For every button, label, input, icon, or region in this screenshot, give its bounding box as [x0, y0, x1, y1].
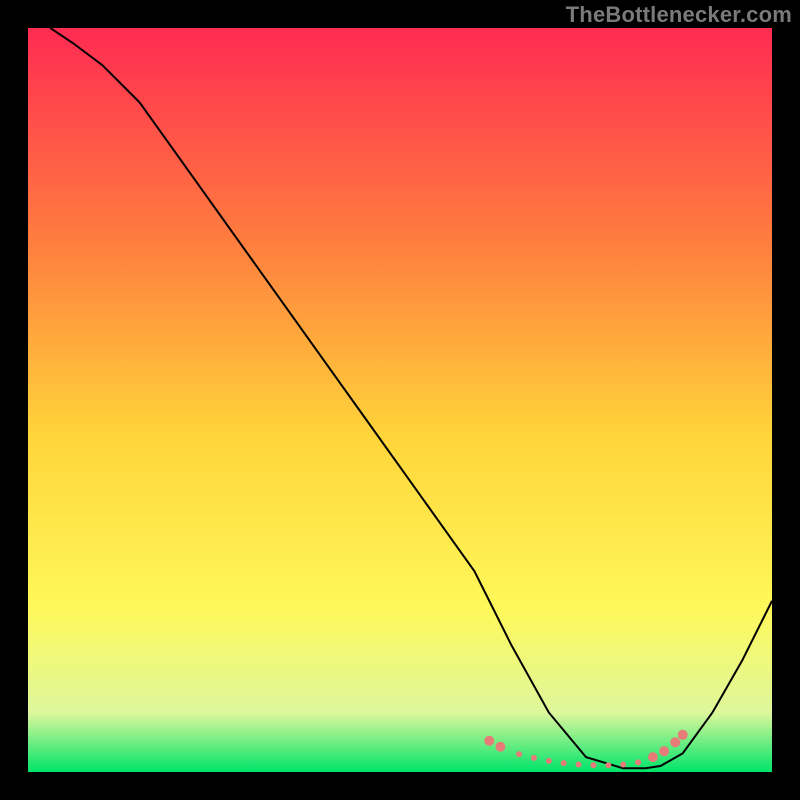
marker-dot: [659, 746, 669, 756]
marker-dot: [561, 760, 567, 766]
marker-dot: [678, 730, 688, 740]
watermark-text: TheBottlenecker.com: [566, 2, 792, 28]
chart-background: [28, 28, 772, 772]
marker-dot: [576, 762, 582, 768]
marker-dot: [620, 762, 626, 768]
marker-dot: [546, 758, 552, 764]
marker-dot: [495, 742, 505, 752]
marker-dot: [516, 751, 522, 757]
bottleneck-chart: [28, 28, 772, 772]
marker-dot: [670, 737, 680, 747]
marker-dot: [531, 755, 537, 761]
marker-dot: [484, 736, 494, 746]
marker-dot: [590, 762, 596, 768]
chart-frame: TheBottlenecker.com: [0, 0, 800, 800]
marker-dot: [605, 762, 611, 768]
marker-dot: [648, 752, 658, 762]
marker-dot: [635, 759, 641, 765]
